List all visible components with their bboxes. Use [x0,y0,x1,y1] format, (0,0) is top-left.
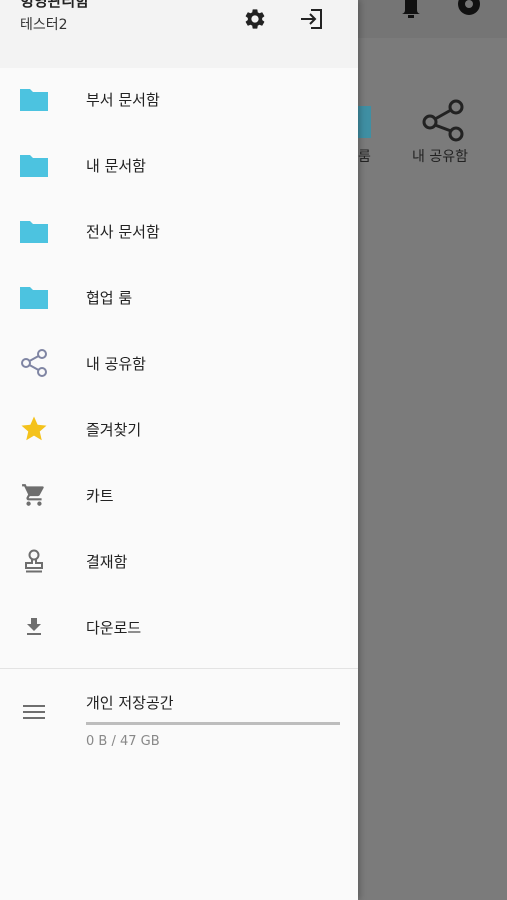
menu-item-favorites[interactable]: 즐겨찾기 [0,396,358,462]
settings-button[interactable] [240,4,270,34]
menu-label: 내 공유함 [86,354,146,373]
folder-icon [17,148,51,182]
background-label-share: 내 공유함 [412,149,468,165]
drawer-menu: 부서 문서함 내 문서함 전사 문서함 협업 룸 내 공유함 즐겨찾기 카트 결… [0,66,358,660]
menu-item-approval[interactable]: 결재함 [0,528,358,594]
login-icon [301,9,322,29]
menu-label: 부서 문서함 [86,90,160,109]
gear-icon [245,9,265,29]
menu-label: 카트 [86,486,114,505]
menu-item-my-shared[interactable]: 내 공유함 [0,330,358,396]
storage-progress-bar [86,722,340,725]
menu-label: 결재함 [86,552,128,571]
menu-item-download[interactable]: 다운로드 [0,594,358,660]
share-icon [17,346,51,380]
menu-lines-icon [20,700,48,724]
share-icon [420,98,466,142]
menu-item-dept-docs[interactable]: 부서 문서함 [0,66,358,132]
download-icon [17,610,51,644]
menu-item-cart[interactable]: 카트 [0,462,358,528]
drawer-header: 헝영관리함 테스터2 [0,0,358,68]
background-label-room: 룸 [358,149,371,165]
gear-icon [452,0,486,22]
menu-label: 협업 룸 [86,288,133,307]
menu-label: 다운로드 [86,618,142,637]
menu-label: 전사 문서함 [86,222,160,241]
storage-usage: 0 B / 47 GB [86,734,160,749]
folder-icon [17,82,51,116]
storage-title: 개인 저장공간 [86,694,174,712]
user-subtitle: 테스터2 [20,17,68,33]
background-folder-tile [356,106,371,138]
menu-item-my-docs[interactable]: 내 문서함 [0,132,358,198]
menu-label: 즐겨찾기 [86,420,142,439]
logout-button[interactable] [296,4,328,34]
cart-icon [17,478,51,512]
folder-icon [17,280,51,314]
drawer-divider [0,668,358,669]
menu-item-collab-room[interactable]: 협업 룸 [0,264,358,330]
folder-icon [17,214,51,248]
star-icon [17,412,51,446]
menu-item-company-docs[interactable]: 전사 문서함 [0,198,358,264]
bell-icon [396,0,426,22]
user-name: 헝영관리함 [20,0,90,10]
stamp-icon [17,544,51,578]
menu-label: 내 문서함 [86,156,146,175]
personal-storage[interactable]: 개인 저장공간 0 B / 47 GB [0,680,358,760]
navigation-drawer: 헝영관리함 테스터2 부서 문서함 내 문서함 전사 문서함 협업 룸 내 공유… [0,0,358,900]
